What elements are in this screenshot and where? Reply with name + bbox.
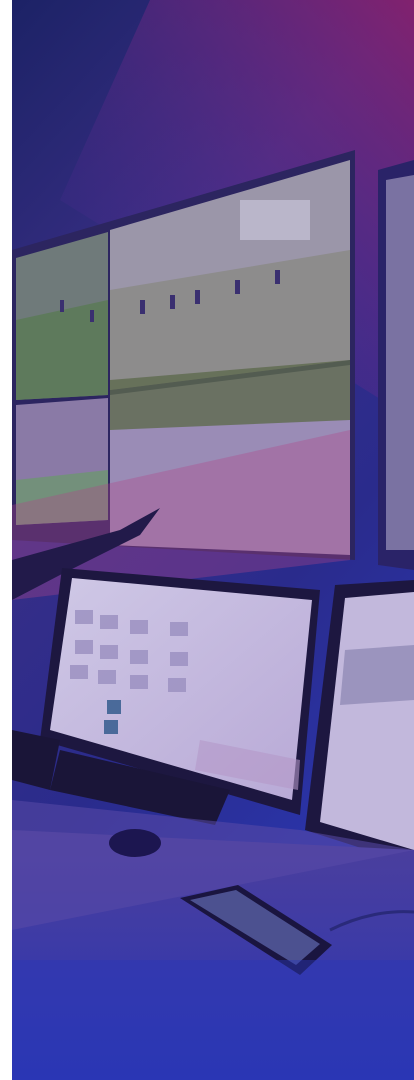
control-room-scene <box>12 0 414 1080</box>
monitor-button-1 <box>107 700 121 714</box>
mouse <box>109 829 161 857</box>
monitor-button-2 <box>104 720 118 734</box>
